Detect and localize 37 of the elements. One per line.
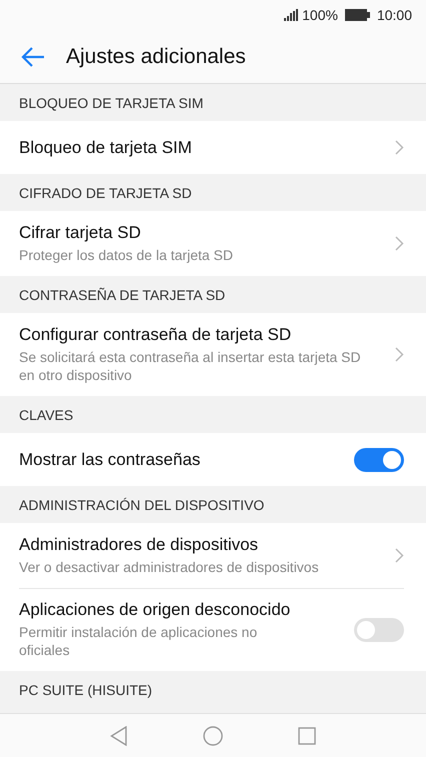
item-description: Proteger los datos de la tarjeta SD <box>19 246 234 264</box>
section-header: CLAVES <box>19 406 74 422</box>
settings-item[interactable]: Administradores de dispositivos Ver o desactivar administradores de dispositivos <box>0 523 426 588</box>
chevron-right-icon <box>395 236 404 251</box>
back-arrow-icon[interactable] <box>21 46 45 66</box>
item-title: Cifrar tarjeta SD <box>19 223 142 243</box>
item-description: Se solicitará esta contraseña al insertar esta tarjeta SD en otro dispositivo <box>19 348 362 384</box>
item-title: Configurar contraseña de tarjeta SD <box>19 325 292 345</box>
chevron-right-icon <box>395 548 404 563</box>
home-icon[interactable] <box>203 726 223 746</box>
section-header: PC SUITE (HISUITE) <box>19 682 152 698</box>
back-icon[interactable] <box>110 726 128 746</box>
item-title: Administradores de dispositivos <box>19 535 260 555</box>
section-header: ADMINISTRACIÓN DEL DISPOSITIVO <box>19 496 264 512</box>
recent-apps-icon[interactable] <box>298 726 316 744</box>
chevron-right-icon <box>395 140 404 155</box>
screen-title: Ajustes adicionales <box>66 44 246 68</box>
signal-icon <box>284 9 300 21</box>
chevron-right-icon <box>395 347 404 362</box>
item-title: Aplicaciones de origen desconocido <box>19 600 292 620</box>
battery-percentage: 100% <box>302 7 338 23</box>
item-title: Bloqueo de tarjeta SIM <box>19 138 193 158</box>
item-description: Permitir instalación de aplicaciones no oficiales <box>19 623 258 659</box>
battery-icon <box>344 9 370 21</box>
settings-item[interactable]: Aplicaciones de origen desconocido Permitir instalación de aplicaciones no oficiales <box>0 588 426 671</box>
item-description: Ver o desactivar administradores de dispositivos <box>19 558 320 576</box>
toggle-switch[interactable] <box>354 618 404 642</box>
settings-item[interactable]: Configurar contraseña de tarjeta SD Se solicitará esta contraseña al insertar esta tarjeta SD en otro dispositivo <box>0 313 426 396</box>
section-header: CONTRASEÑA DE TARJETA SD <box>19 286 226 302</box>
item-title: Mostrar las contraseñas <box>19 450 202 470</box>
clock: 10:00 <box>376 7 412 23</box>
section-header: BLOQUEO DE TARJETA SIM <box>19 94 204 110</box>
settings-item[interactable]: Cifrar tarjeta SD Proteger los datos de la tarjeta SD <box>0 211 426 276</box>
toggle-switch[interactable] <box>354 448 404 472</box>
settings-item[interactable]: Bloqueo de tarjeta SIM <box>0 121 426 174</box>
section-header: CIFRADO DE TARJETA SD <box>19 184 192 200</box>
settings-item[interactable]: Mostrar las contraseñas <box>0 433 426 486</box>
